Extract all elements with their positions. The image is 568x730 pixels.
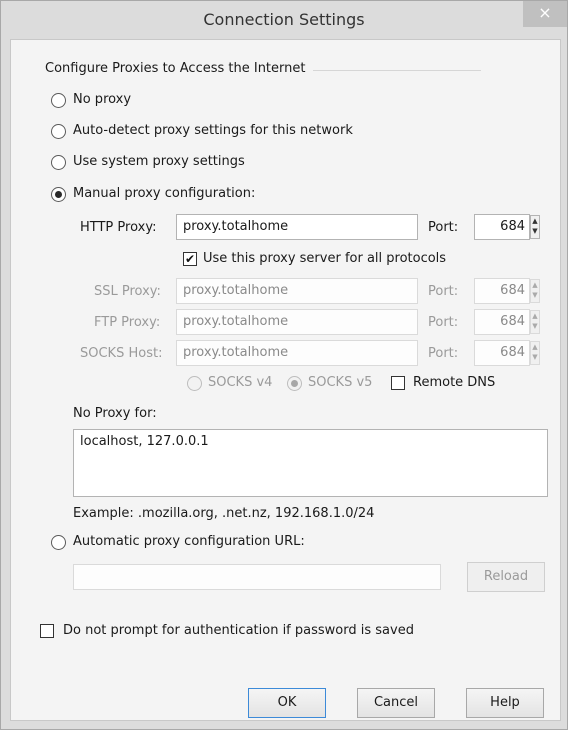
system-proxy-radio[interactable] xyxy=(51,155,66,170)
use-for-all-label: Use this proxy server for all protocols xyxy=(203,251,447,266)
ssl-proxy-input[interactable]: proxy.totalhome xyxy=(176,278,418,304)
http-proxy-label: HTTP Proxy: xyxy=(80,220,157,235)
spin-down-icon: ▼ xyxy=(532,353,538,361)
no-proxy-for-textarea[interactable]: localhost, 127.0.0.1 xyxy=(73,429,548,497)
auto-detect-label: Auto-detect proxy settings for this netw… xyxy=(73,123,353,138)
reload-button[interactable]: Reload xyxy=(467,562,545,592)
manual-proxy-radio[interactable] xyxy=(51,187,66,202)
spin-up-icon: ▲ xyxy=(532,281,538,289)
use-for-all-checkbox[interactable]: ✔ xyxy=(183,252,197,266)
close-icon: × xyxy=(538,3,552,22)
socks-port-label: Port: xyxy=(428,346,459,361)
ssl-port-input[interactable]: 684 xyxy=(474,278,530,304)
close-button[interactable]: × xyxy=(523,1,567,27)
socks-port-spinner[interactable]: ▲ ▼ xyxy=(530,341,540,365)
ftp-port-input[interactable]: 684 xyxy=(474,309,530,335)
help-button[interactable]: Help xyxy=(466,688,544,718)
system-proxy-label: Use system proxy settings xyxy=(73,154,245,169)
spin-up-icon: ▲ xyxy=(532,217,538,225)
socks-v5-label: SOCKS v5 xyxy=(308,375,373,390)
no-proxy-radio[interactable] xyxy=(51,93,66,108)
ssl-proxy-label: SSL Proxy: xyxy=(94,284,161,299)
radio-selected-dot xyxy=(55,191,62,198)
spin-down-icon: ▼ xyxy=(532,227,538,235)
manual-proxy-label: Manual proxy configuration: xyxy=(73,186,256,201)
ftp-proxy-label: FTP Proxy: xyxy=(94,315,161,330)
auth-checkbox[interactable] xyxy=(40,624,54,638)
spin-down-icon: ▼ xyxy=(532,322,538,330)
http-port-label: Port: xyxy=(428,220,459,235)
remote-dns-label: Remote DNS xyxy=(413,375,496,390)
ok-button[interactable]: OK xyxy=(248,688,326,718)
cancel-button[interactable]: Cancel xyxy=(357,688,435,718)
socks-host-label: SOCKS Host: xyxy=(80,346,163,361)
pac-url-radio[interactable] xyxy=(51,535,66,550)
socks-port-input[interactable]: 684 xyxy=(474,340,530,366)
dialog-body: Configure Proxies to Access the Internet… xyxy=(10,39,561,721)
ftp-port-spinner[interactable]: ▲ ▼ xyxy=(530,310,540,334)
connection-settings-dialog: Connection Settings × Configure Proxies … xyxy=(0,0,568,730)
spin-up-icon: ▲ xyxy=(532,312,538,320)
title-bar[interactable]: Connection Settings × xyxy=(1,1,567,39)
no-proxy-label: No proxy xyxy=(73,92,132,107)
check-mark-icon: ✔ xyxy=(184,252,196,266)
auto-detect-radio[interactable] xyxy=(51,124,66,139)
http-proxy-input[interactable]: proxy.totalhome xyxy=(176,214,418,240)
pac-url-label: Automatic proxy configuration URL: xyxy=(73,534,305,549)
ftp-proxy-input[interactable]: proxy.totalhome xyxy=(176,309,418,335)
ssl-port-label: Port: xyxy=(428,284,459,299)
ftp-port-label: Port: xyxy=(428,315,459,330)
no-proxy-example: Example: .mozilla.org, .net.nz, 192.168.… xyxy=(73,506,375,521)
ssl-port-spinner[interactable]: ▲ ▼ xyxy=(530,279,540,303)
window-title: Connection Settings xyxy=(203,10,365,29)
socks-v5-radio[interactable] xyxy=(287,376,302,391)
radio-selected-dot xyxy=(291,380,298,387)
remote-dns-checkbox[interactable] xyxy=(391,376,405,390)
pac-url-input[interactable] xyxy=(73,564,441,590)
socks-v4-label: SOCKS v4 xyxy=(208,375,273,390)
socks-host-input[interactable]: proxy.totalhome xyxy=(176,340,418,366)
spin-up-icon: ▲ xyxy=(532,343,538,351)
http-port-input[interactable]: 684 xyxy=(474,214,530,240)
spin-down-icon: ▼ xyxy=(532,291,538,299)
no-proxy-for-label: No Proxy for: xyxy=(73,406,157,421)
group-title: Configure Proxies to Access the Internet xyxy=(45,61,306,76)
socks-v4-radio[interactable] xyxy=(187,376,202,391)
http-port-spinner[interactable]: ▲ ▼ xyxy=(530,215,540,239)
auth-label: Do not prompt for authentication if pass… xyxy=(63,623,414,638)
group-divider xyxy=(313,70,481,71)
